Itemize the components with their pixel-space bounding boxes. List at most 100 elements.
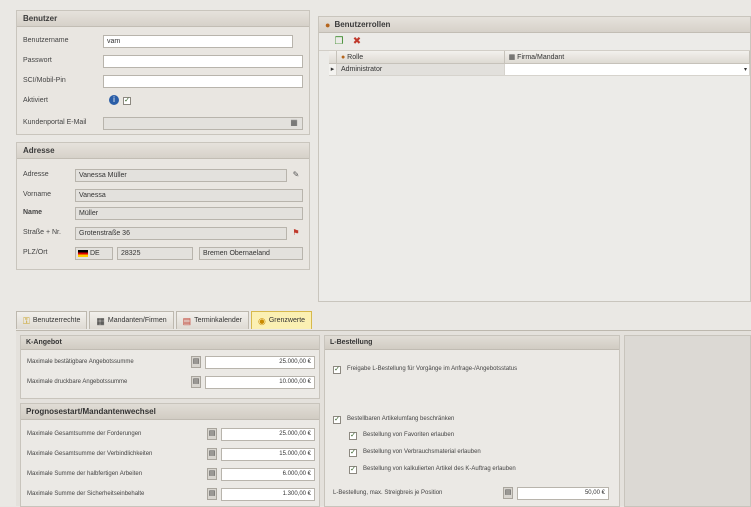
prognose-label-4: Maximale Summe der Sicherheitseinbehalte	[27, 491, 145, 497]
tab-label: Benutzerrechte	[32, 316, 81, 324]
new-icon[interactable]: ❐	[333, 36, 345, 48]
german-flag-icon	[78, 250, 88, 257]
map-pin-icon[interactable]: ⚑	[291, 228, 301, 238]
lbestellung-title: L-Bestellung	[325, 336, 619, 350]
angebot-section: K-Angebot Maximale bestätigbare Angebots…	[20, 335, 320, 399]
row-arrow-icon: ▸	[329, 64, 337, 75]
key-icon: ⚿	[23, 315, 30, 326]
tab-mandanten[interactable]: ▦ Mandanten/Firmen	[89, 311, 174, 329]
artikel-checkbox[interactable]: ✓	[333, 416, 341, 424]
tab-bar: ⚿ Benutzerrechte ▦ Mandanten/Firmen ▤ Termi…	[16, 311, 313, 331]
grid-icon: ▦	[96, 315, 105, 326]
country-value: DE	[90, 250, 100, 257]
dropdown-icon[interactable]: ▾	[744, 64, 747, 76]
col-firma[interactable]: ▦ Firma/Mandant	[505, 51, 750, 63]
rollen-grid: ● Rolle ▦ Firma/Mandant ▸ Administrator …	[329, 51, 750, 76]
coins-icon: ◉	[258, 315, 266, 326]
benutzer-title: Benutzer	[17, 11, 309, 27]
adresse-input[interactable]: Vanessa Müller	[75, 169, 287, 182]
kalkuliert-label: Bestellung von kalkulierten Artikel des …	[363, 466, 516, 472]
calculator-icon[interactable]: ▤	[191, 376, 201, 388]
strasse-label: Straße + Nr.	[23, 229, 61, 236]
rolle-cell[interactable]: Administrator	[336, 64, 505, 75]
prognose-section: Prognosestart/Mandantenwechsel Maximale …	[20, 403, 320, 507]
delete-icon[interactable]: ✖	[351, 36, 363, 48]
passwort-input[interactable]	[103, 55, 303, 68]
row-indicator-header	[329, 51, 337, 63]
users-icon: ●	[325, 19, 331, 30]
angebot-title: K-Angebot	[21, 336, 319, 350]
app-root: Benutzer Benutzername vam Passwort SCI/M…	[0, 0, 751, 507]
freigabe-label: Freigabe L-Bestellung für Vorgänge im An…	[347, 366, 518, 372]
benutzerrollen-title: Benutzerrollen	[334, 19, 391, 29]
benutzerrollen-panel: ● Benutzerrollen ❐ ✖ ● Rolle ▦ Firma/Man…	[318, 16, 751, 302]
sci-input[interactable]	[103, 75, 303, 88]
favoriten-label: Bestellung von Favoriten erlauben	[363, 432, 455, 438]
favoriten-checkbox[interactable]: ✓	[349, 432, 357, 440]
tab-label: Terminkalender	[194, 316, 242, 324]
name-input[interactable]: Müller	[75, 207, 303, 220]
benutzerrollen-header: ● Benutzerrollen	[319, 17, 750, 33]
plz-input[interactable]: 28325	[117, 247, 193, 260]
rollen-grid-header: ● Rolle ▦ Firma/Mandant	[329, 51, 750, 64]
artikel-label: Bestellbaren Artikelumfang beschränken	[347, 416, 455, 422]
calculator-icon[interactable]: ▤	[207, 448, 217, 460]
calendar-icon: ▤	[182, 315, 192, 326]
kalkuliert-checkbox[interactable]: ✓	[349, 466, 357, 474]
address-book-icon[interactable]: ✎	[291, 170, 301, 180]
col-firma-label: Firma/Mandant	[517, 54, 565, 61]
ort-input[interactable]: Bremen Obernaeland	[199, 247, 303, 260]
prognose-label-2: Maximale Gesamtsumme der Verbindlichkeit…	[27, 451, 153, 457]
user-icon: ●	[340, 54, 346, 61]
tab-benutzerrechte[interactable]: ⚿ Benutzerrechte	[16, 311, 88, 329]
passwort-label: Passwort	[23, 57, 52, 64]
table-row[interactable]: ▸ Administrator ▾	[329, 64, 750, 76]
country-select[interactable]: DE	[75, 247, 113, 260]
name-label: Name	[23, 209, 43, 216]
strasse-input[interactable]: Grotenstraße 36	[75, 227, 287, 240]
lbestellung-section: L-Bestellung ✓ Freigabe L-Bestellung für…	[324, 335, 620, 507]
right-empty-panel	[624, 335, 751, 507]
angebot-value-2[interactable]: 10.000,00 €	[205, 376, 315, 389]
angebot-label-2: Maximale druckbare Angebotssumme	[27, 379, 128, 385]
adresse-label: Adresse	[23, 171, 49, 178]
calculator-icon[interactable]: ▤	[207, 488, 217, 500]
adresse-panel: Adresse Adresse Vanessa Müller ✎ Vorname…	[16, 142, 310, 270]
prognose-value-2[interactable]: 15.000,00 €	[221, 448, 315, 461]
col-rolle[interactable]: ● Rolle	[337, 51, 505, 63]
calculator-icon[interactable]: ▤	[191, 356, 201, 368]
verbrauch-checkbox[interactable]: ✓	[349, 449, 357, 457]
benutzername-input[interactable]: vam	[103, 35, 293, 48]
verbrauch-label: Bestellung von Verbrauchsmaterial erlaub…	[363, 449, 481, 455]
aktiviert-checkbox[interactable]: ✓	[123, 97, 131, 105]
benutzername-label: Benutzername	[23, 37, 69, 44]
benutzer-panel: Benutzer Benutzername vam Passwort SCI/M…	[16, 10, 310, 135]
rollen-toolbar: ❐ ✖	[319, 33, 750, 51]
prognose-value-4[interactable]: 1.300,00 €	[221, 488, 315, 501]
prognose-value-1[interactable]: 25.000,00 €	[221, 428, 315, 441]
info-icon: i	[109, 95, 119, 105]
clear-icon[interactable]: ▦	[289, 118, 299, 128]
prognose-title: Prognosestart/Mandantenwechsel	[21, 404, 319, 420]
kundenportal-input[interactable]	[103, 117, 303, 130]
angebot-value-1[interactable]: 25.000,00 €	[205, 356, 315, 369]
plz-label: PLZ/Ort	[23, 249, 48, 256]
grenzwerte-content: K-Angebot Maximale bestätigbare Angebots…	[16, 330, 751, 507]
calculator-icon[interactable]: ▤	[207, 468, 217, 480]
max-value[interactable]: 50,00 €	[517, 487, 609, 500]
col-rolle-label: Rolle	[347, 54, 364, 61]
calculator-icon[interactable]: ▤	[207, 428, 217, 440]
kundenportal-label: Kundenportal E-Mail	[23, 119, 87, 126]
firma-cell[interactable]: ▾	[504, 64, 750, 76]
prognose-value-3[interactable]: 6.000,00 €	[221, 468, 315, 481]
tab-grenzwerte[interactable]: ◉ Grenzwerte	[251, 311, 313, 329]
tab-label: Mandanten/Firmen	[107, 316, 167, 324]
tab-label: Grenzwerte	[268, 316, 306, 324]
sci-label: SCI/Mobil-Pin	[23, 77, 66, 84]
vorname-input[interactable]: Vanessa	[75, 189, 303, 202]
tab-terminkalender[interactable]: ▤ Terminkalender	[175, 311, 249, 329]
calculator-icon[interactable]: ▤	[503, 487, 513, 499]
adresse-title: Adresse	[17, 143, 309, 159]
prognose-label-3: Maximale Summe der halbfertigen Arbeiten	[27, 471, 143, 477]
freigabe-checkbox[interactable]: ✓	[333, 366, 341, 374]
